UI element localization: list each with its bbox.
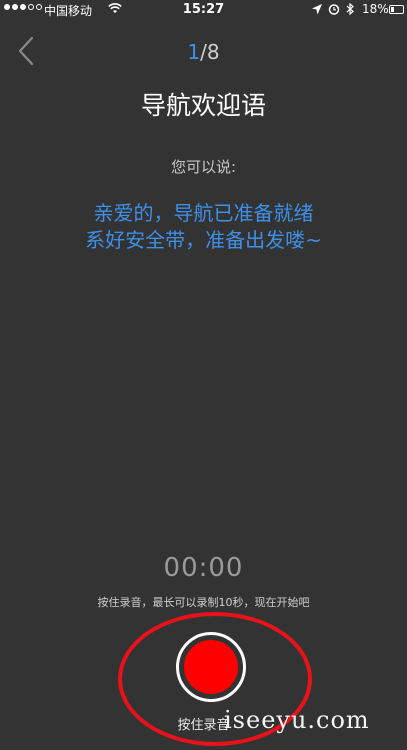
location-arrow-icon — [312, 3, 322, 18]
battery-icon — [389, 5, 404, 14]
record-button-icon — [184, 640, 238, 694]
status-icons — [312, 2, 354, 18]
record-button[interactable] — [176, 632, 246, 702]
battery-percentage: 18% — [362, 2, 389, 16]
bluetooth-icon — [346, 2, 354, 18]
alarm-icon — [328, 3, 340, 18]
page-total: /8 — [200, 40, 220, 64]
hint-text: 您可以说: — [170, 158, 237, 176]
page-indicator: 1/8 — [0, 40, 407, 64]
status-bar: 中国移动 15:27 18% — [0, 0, 407, 20]
suggested-phrase-line-1: 亲爱的，导航已准备就绪 — [93, 201, 314, 225]
recording-timer: 00:00 — [163, 553, 244, 583]
watermark: iseeyu.com — [224, 706, 370, 734]
voice-guide-recording-screen: 中国移动 15:27 18% 1/8 导航欢迎语 您可以说: 亲爱的，导航已准备… — [0, 0, 407, 750]
page-current: 1 — [187, 40, 201, 64]
recording-instructions: 按住录音，最长可以录制10秒，现在开始吧 — [97, 596, 310, 609]
suggested-phrase-line-2: 系好安全带，准备出发喽~ — [85, 228, 322, 252]
page-title: 导航欢迎语 — [140, 91, 266, 120]
